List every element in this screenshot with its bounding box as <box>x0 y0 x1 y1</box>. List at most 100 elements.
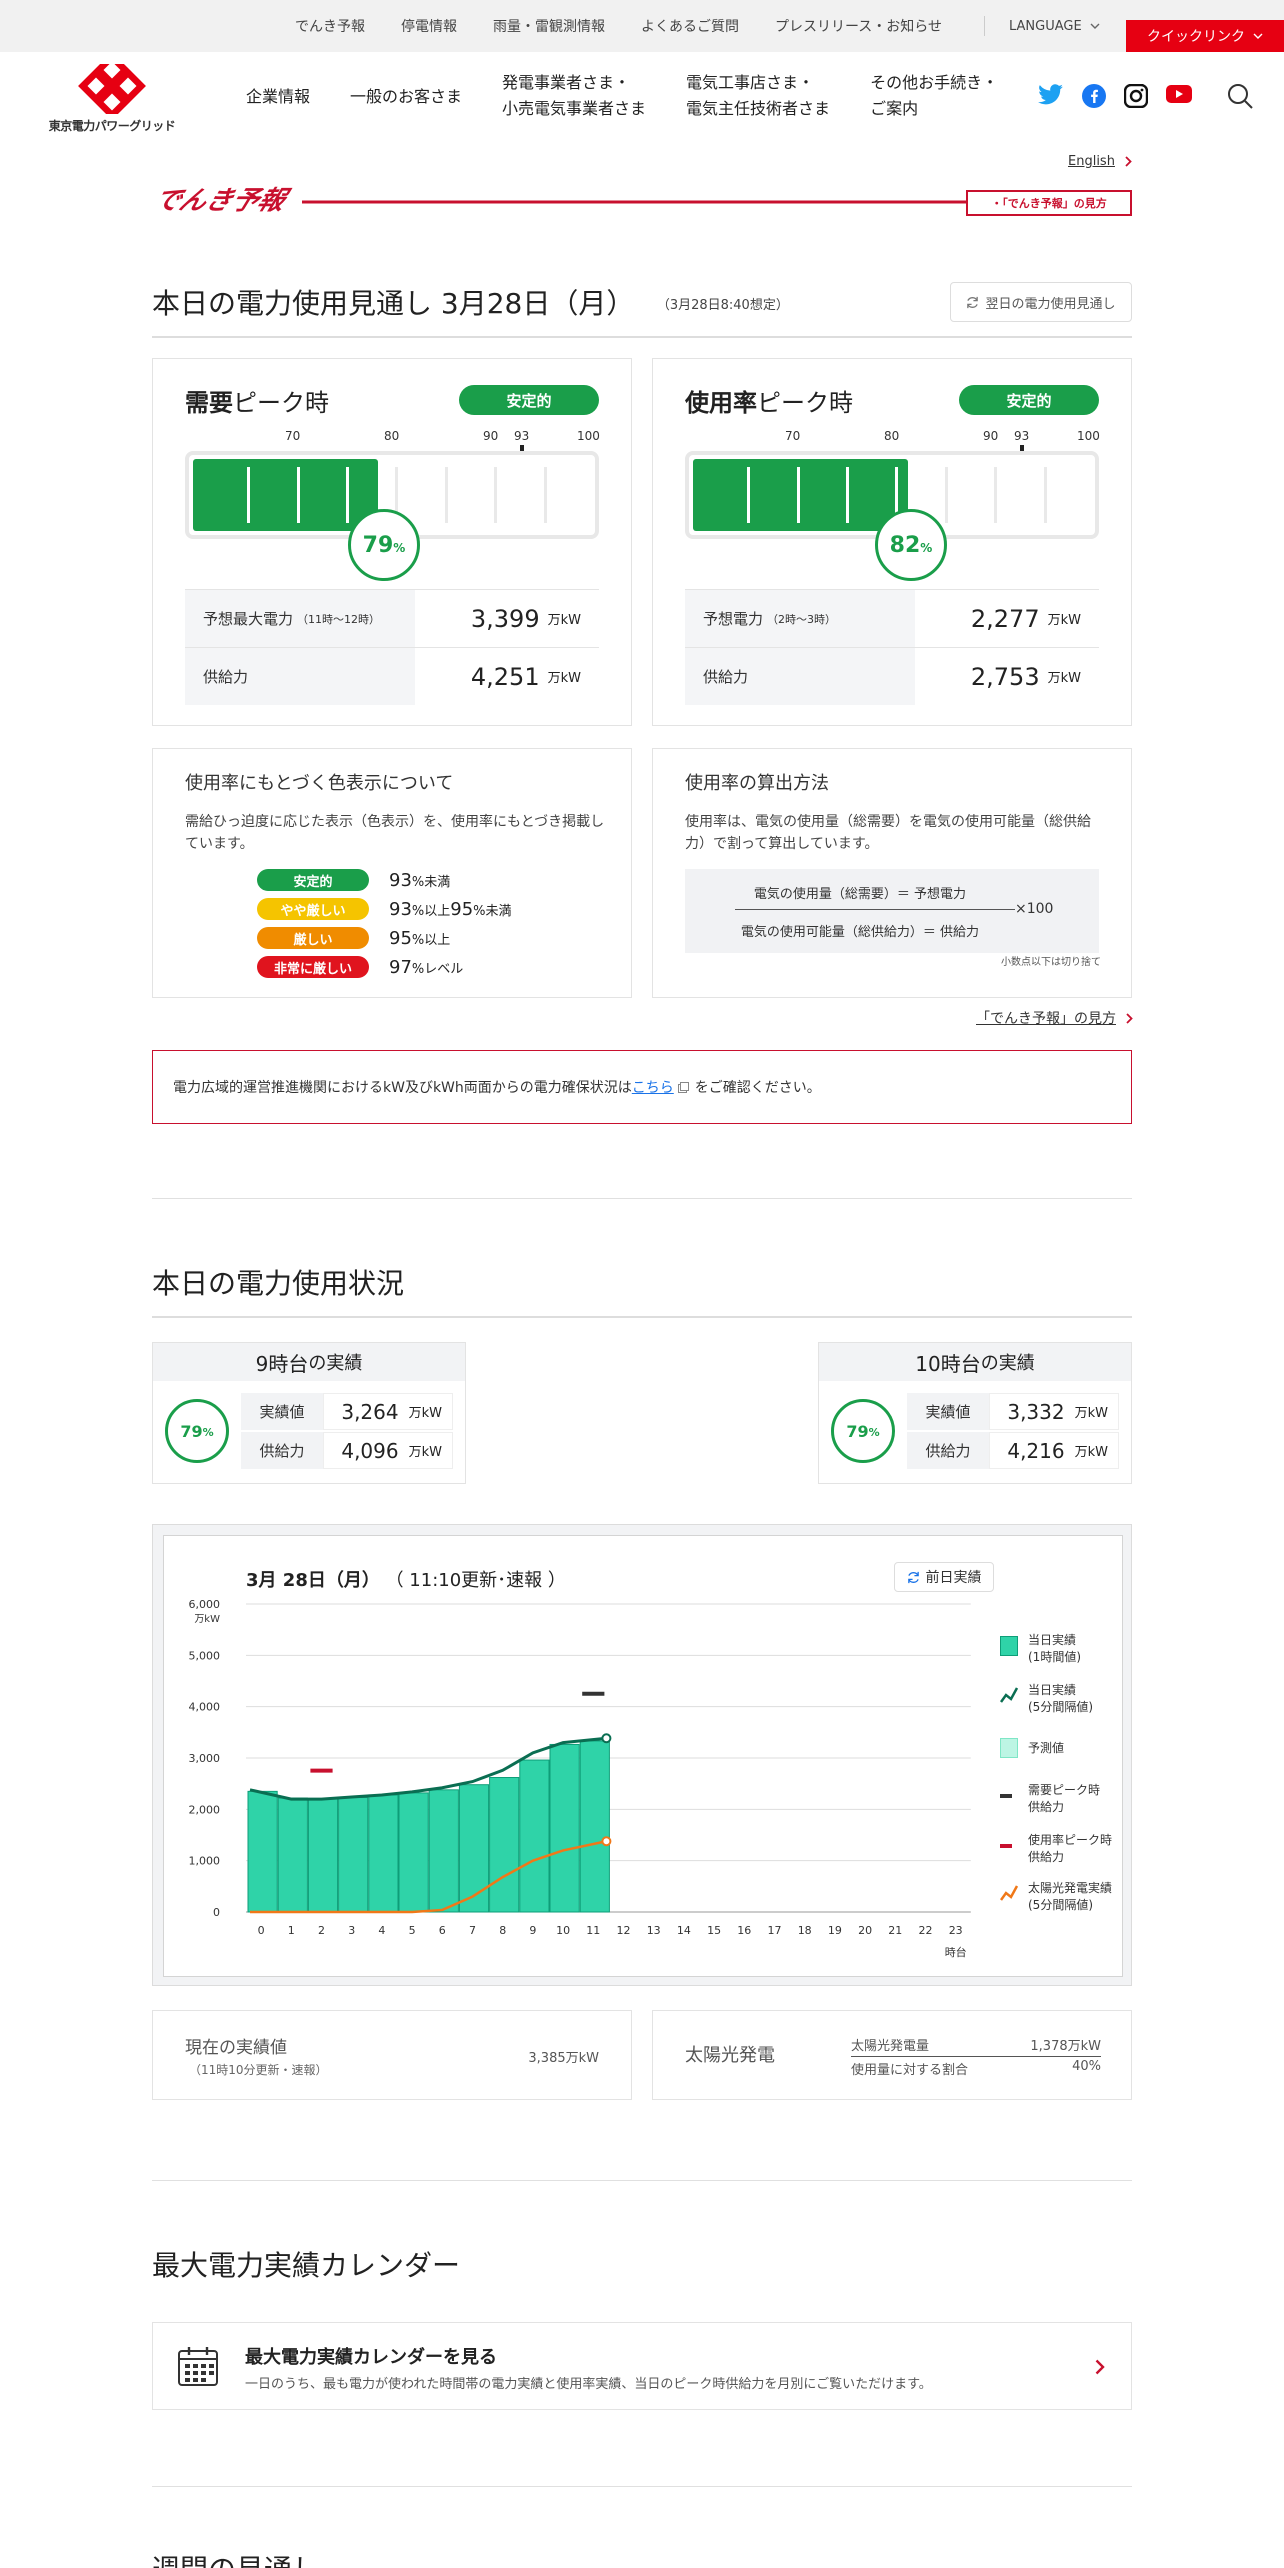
brand-logo[interactable]: 東京電力パワーグリッド <box>48 52 176 134</box>
hour-actual-value: 3,264 <box>341 1399 399 1424</box>
utility-link-rain[interactable]: 雨量・雷観測情報 <box>475 16 623 36</box>
notice-link[interactable]: こちら <box>632 1077 674 1097</box>
demand-percent-unit: % <box>393 541 406 555</box>
y-tick-label: 5,000 <box>189 1649 221 1662</box>
x-tick-label: 16 <box>737 1924 751 1937</box>
usage-row-supply-value: 2,753 <box>970 662 1040 691</box>
x-tick-label: 17 <box>768 1924 782 1937</box>
scale-70: 70 <box>785 429 801 443</box>
y-tick-label: 6,000 <box>189 1598 221 1611</box>
mikata-link[interactable]: ・「でんき予報」の見方 <box>966 190 1132 216</box>
gnav-corporate[interactable]: 企業情報 <box>246 84 310 122</box>
hour-actual-row: 実績値 3,332 万kW <box>907 1393 1119 1431</box>
instagram-icon[interactable] <box>1124 84 1148 108</box>
legend-actual-5min: 当日実績 (5分間隔値) <box>1000 1682 1093 1716</box>
english-link[interactable]: English <box>1068 154 1132 169</box>
level-unit: %未満 <box>411 874 451 890</box>
usage-row-forecast-value: 2,277 <box>970 604 1040 633</box>
x-tick-label: 19 <box>828 1924 842 1937</box>
series-line-solar-end <box>601 1836 612 1847</box>
level-value: 95 <box>389 927 412 949</box>
level-value: 93 <box>389 898 412 920</box>
x-tick-label: 3 <box>348 1924 355 1937</box>
usage-chart: 01,0002,0003,0004,0005,0006,000万kW0 1 2 3 4 5… <box>189 1598 971 1959</box>
demand-row-max-unit: 万kW <box>547 613 581 628</box>
x-tick-label: 2 <box>318 1924 325 1937</box>
utility-link-denki[interactable]: でんき予報 <box>277 16 383 36</box>
calendar-link-text: 一日のうち、最も電力が使われた時間帯の電力実績と使用率実績、当日のピーク時供給力… <box>245 2377 932 2392</box>
demand-row-supply: 供給力 4,251 万kW <box>185 647 599 705</box>
calc-info-text: 使用率は、電気の使用量（総需要）を電気の使用可能量（総供給力）で割って算出してい… <box>685 814 1091 852</box>
x-tick-label: 15 <box>707 1924 721 1937</box>
solar-amount-value: 1,378万kW <box>1030 2039 1101 2054</box>
legend-label: 予測値 <box>1028 1741 1065 1755</box>
language-label: LANGUAGE <box>1009 18 1082 34</box>
hour-card-10: 10時台 の実績 79% 実績値 3,332 万kW 供給力 4,216 万kW <box>818 1342 1132 1484</box>
utility-links: でんき予報 停電情報 雨量・雷観測情報 よくあるご質問 プレスリリース・お知らせ <box>277 0 960 52</box>
bar <box>458 1784 490 1913</box>
chevron-right-icon <box>1126 1012 1133 1024</box>
next-day-button[interactable]: 翌日の電力使用見通し <box>950 282 1132 322</box>
status-header: 本日の電力使用状況 <box>152 1262 1132 1302</box>
x-tick-label: 14 <box>677 1924 691 1937</box>
scale-90: 90 <box>983 429 999 443</box>
formula-times: ×100 <box>1015 901 1054 917</box>
calendar-link-card[interactable]: 最大電力実績カレンダーを見る 一日のうち、最も電力が使われた時間帯の電力実績と使… <box>152 2322 1132 2410</box>
notice-text-after: をご確認ください。 <box>694 1080 821 1096</box>
usage-row-supply-unit: 万kW <box>1047 671 1081 686</box>
notice-box: 電力広域的運営推進機関におけるkW及びkWh両面からの電力確保状況は こちら を… <box>152 1050 1132 1124</box>
hour-card-head-rest: の実績 <box>308 1353 363 1374</box>
scale-70: 70 <box>285 429 301 443</box>
gnav-contractors[interactable]: 電気工事店さま・ 電気主任技術者さま <box>686 70 830 122</box>
usage-percent-value: 82 <box>889 532 921 558</box>
formula-denominator: 電気の使用可能量（総供給力）＝ 供給力 <box>740 925 980 940</box>
usage-peak-title: 使用率ピーク時 <box>685 383 853 418</box>
hour-unit: 万kW <box>1074 1406 1108 1421</box>
facebook-icon[interactable] <box>1082 84 1106 108</box>
hour-percent-circle: 79% <box>165 1399 229 1463</box>
demand-row-max-note: （11時～12時） <box>297 612 381 626</box>
search-icon[interactable] <box>1226 82 1254 110</box>
twitter-icon[interactable] <box>1038 84 1064 106</box>
weekly-header: 週間の見通し <box>152 2548 1132 2568</box>
demand-row-supply-value: 4,251 <box>470 662 540 691</box>
x-tick-label: 11 <box>586 1924 600 1937</box>
utility-link-press[interactable]: プレスリリース・お知らせ <box>757 16 960 36</box>
bar <box>338 1797 369 1913</box>
usage-peak-card: 使用率ピーク時 安定的 70 80 90 93 100 82% 予想電力 （2時～… <box>652 358 1132 726</box>
usage-row-forecast: 予想電力 （2時～3時） 2,277 万kW <box>685 589 1099 647</box>
x-tick-label: 7 <box>469 1924 476 1937</box>
legend-demand-peak-supply: 需要ピーク時 供給力 <box>1000 1782 1100 1816</box>
language-button[interactable]: LANGUAGE <box>984 16 1100 36</box>
x-tick-label: 23 <box>949 1924 963 1937</box>
scale-93: 93 <box>514 429 530 443</box>
calendar-icon <box>178 2347 218 2386</box>
usage-title-bold: 使用率 <box>685 389 757 417</box>
usage-row-supply-label: 供給力 <box>703 668 749 686</box>
level-value: 97 <box>389 956 412 978</box>
x-unit-label: 時台 <box>945 1945 967 1959</box>
scale-90: 90 <box>483 429 499 443</box>
demand-row-supply-unit: 万kW <box>547 671 581 686</box>
color-info-card: 使用率にもとづく色表示について 需給ひっ迫度に応じた表示（色表示）を、使用率にも… <box>152 748 632 998</box>
x-tick-label: 22 <box>919 1924 933 1937</box>
utility-link-faq[interactable]: よくあるご質問 <box>623 16 757 36</box>
quicklink-button[interactable]: クイックリンク <box>1126 20 1284 52</box>
color-info-text: 需給ひっ迫度に応じた表示（色表示）を、使用率にもとづき掲載しています。 <box>185 814 605 852</box>
notice-text-before: 電力広域的運営推進機関におけるkW及びkWh両面からの電力確保状況は <box>173 1080 632 1096</box>
utility-link-outage[interactable]: 停電情報 <box>383 16 475 36</box>
y-tick-label: 0 <box>213 1906 220 1919</box>
next-day-label: 翌日の電力使用見通し <box>985 296 1116 312</box>
mikata-link-2[interactable]: 「でんき予報」の見方 <box>976 1008 1133 1028</box>
current-value-card: 現在の実績値 （11時10分更新・速報） 3,385万kW <box>152 2010 632 2100</box>
youtube-icon[interactable] <box>1166 84 1192 104</box>
x-tick-label: 5 <box>409 1924 416 1937</box>
demand-gauge-fill <box>193 459 378 531</box>
legend-label: 太陽光発電実績 (5分間隔値) <box>1028 1881 1113 1912</box>
gnav-generators[interactable]: 発電事業者さま・ 小売電気事業者さま <box>502 70 646 122</box>
gnav-general[interactable]: 一般のお客さま <box>350 84 462 122</box>
gnav-others[interactable]: その他お手続き・ ご案内 <box>870 70 998 122</box>
usage-title-rest: ピーク時 <box>757 389 853 417</box>
external-link-icon <box>677 1081 689 1093</box>
legend-actual-hourly: 当日実績 (1時間値) <box>1000 1632 1081 1666</box>
